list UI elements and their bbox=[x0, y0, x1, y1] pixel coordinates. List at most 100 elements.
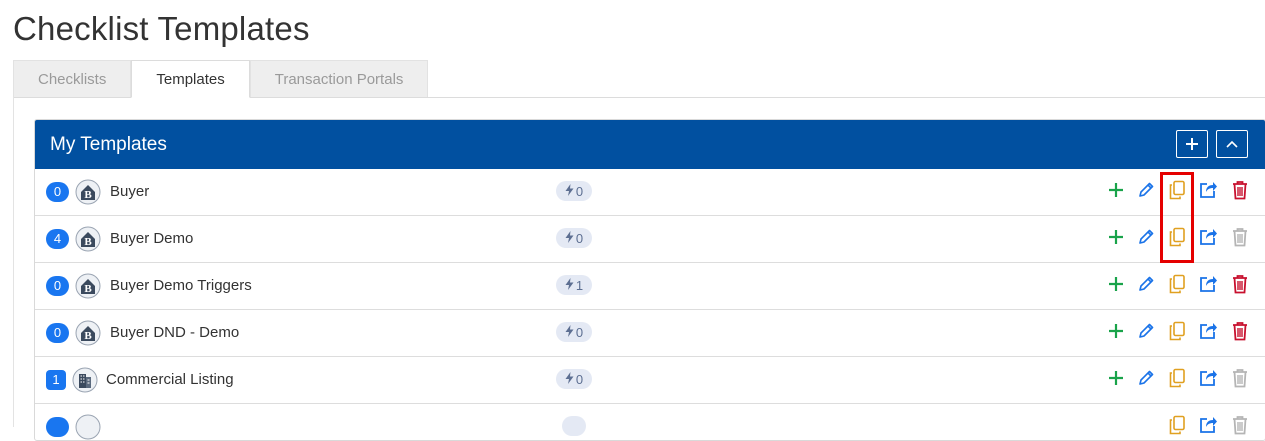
add-item-button[interactable] bbox=[1105, 369, 1127, 391]
share-button[interactable] bbox=[1197, 416, 1219, 438]
table-row bbox=[35, 404, 1265, 440]
template-name[interactable]: Buyer Demo Triggers bbox=[110, 277, 252, 294]
pencil-icon bbox=[1137, 322, 1155, 345]
trash-icon bbox=[1231, 415, 1249, 440]
share-icon bbox=[1198, 180, 1218, 205]
template-name[interactable]: Commercial Listing bbox=[106, 371, 234, 388]
share-button[interactable] bbox=[1197, 181, 1219, 203]
add-item-button[interactable] bbox=[1105, 228, 1127, 250]
share-icon bbox=[1198, 368, 1218, 393]
pencil-icon bbox=[1137, 275, 1155, 298]
my-templates-card: My Templates 0 B Buyer 0 4 B Buyer Demo … bbox=[34, 119, 1265, 441]
share-button[interactable] bbox=[1197, 369, 1219, 391]
copy-button[interactable] bbox=[1166, 368, 1188, 391]
table-row: 0 B Buyer 0 bbox=[35, 169, 1265, 216]
share-icon bbox=[1198, 321, 1218, 346]
edit-button[interactable] bbox=[1135, 369, 1157, 391]
copy-icon bbox=[1168, 321, 1186, 346]
table-row: 1 Commercial Listing 0 bbox=[35, 357, 1265, 404]
svg-text:B: B bbox=[84, 189, 92, 201]
buyer-house-icon: B bbox=[75, 179, 101, 205]
table-row: 4 B Buyer Demo 0 bbox=[35, 216, 1265, 263]
buyer-house-icon: B bbox=[75, 273, 101, 299]
edit-button[interactable] bbox=[1135, 322, 1157, 344]
trigger-count-badge: 0 bbox=[556, 181, 592, 201]
delete-button[interactable] bbox=[1229, 274, 1251, 299]
svg-text:B: B bbox=[84, 236, 92, 248]
item-count-badge: 0 bbox=[46, 182, 69, 202]
item-count-badge: 0 bbox=[46, 323, 69, 343]
svg-text:B: B bbox=[84, 283, 92, 295]
delete-button bbox=[1229, 415, 1251, 440]
buyer-house-icon: B bbox=[75, 320, 101, 346]
pencil-icon bbox=[1137, 228, 1155, 251]
template-name[interactable]: Buyer DND - Demo bbox=[110, 324, 239, 341]
trigger-count-badge: 1 bbox=[556, 275, 592, 295]
item-count-badge: 4 bbox=[46, 229, 69, 249]
card-title: My Templates bbox=[50, 134, 167, 155]
trash-icon bbox=[1231, 180, 1249, 205]
edit-button[interactable] bbox=[1135, 181, 1157, 203]
share-button[interactable] bbox=[1197, 228, 1219, 250]
delete-button[interactable] bbox=[1229, 180, 1251, 205]
page-title: Checklist Templates bbox=[13, 10, 310, 47]
template-name[interactable]: Buyer Demo bbox=[110, 230, 193, 247]
delete-button bbox=[1229, 368, 1251, 393]
delete-button[interactable] bbox=[1229, 321, 1251, 346]
trigger-count-badge bbox=[562, 416, 586, 436]
tab-checklists[interactable]: Checklists bbox=[13, 60, 132, 98]
trash-icon bbox=[1231, 368, 1249, 393]
tab-templates[interactable]: Templates bbox=[131, 60, 250, 98]
table-row: 0 B Buyer DND - Demo 0 bbox=[35, 310, 1265, 357]
plus-icon bbox=[1108, 370, 1124, 391]
add-template-button[interactable] bbox=[1176, 130, 1208, 158]
copy-button[interactable] bbox=[1166, 321, 1188, 346]
svg-text:B: B bbox=[84, 330, 92, 342]
plus-icon bbox=[1108, 276, 1124, 297]
share-button[interactable] bbox=[1197, 275, 1219, 297]
add-item-button[interactable] bbox=[1105, 181, 1127, 203]
trigger-count-badge: 0 bbox=[556, 322, 592, 342]
trigger-count-badge: 0 bbox=[556, 369, 592, 389]
share-icon bbox=[1198, 415, 1218, 440]
plus-icon bbox=[1108, 182, 1124, 203]
share-icon bbox=[1198, 227, 1218, 252]
copy-button[interactable] bbox=[1166, 415, 1188, 440]
share-button[interactable] bbox=[1197, 322, 1219, 344]
trash-icon bbox=[1231, 274, 1249, 299]
copy-icon bbox=[1168, 274, 1186, 299]
avatar bbox=[75, 414, 101, 440]
table-row: 0 B Buyer Demo Triggers 1 bbox=[35, 263, 1265, 310]
edit-button[interactable] bbox=[1135, 275, 1157, 297]
copy-button[interactable] bbox=[1166, 274, 1188, 299]
copy-icon bbox=[1168, 415, 1186, 440]
pencil-icon bbox=[1137, 369, 1155, 392]
lightning-bolt-icon bbox=[565, 371, 574, 387]
commercial-building-icon bbox=[72, 367, 98, 393]
trigger-count: 1 bbox=[575, 277, 584, 293]
add-item-button[interactable] bbox=[1105, 275, 1127, 297]
item-count-badge: 1 bbox=[46, 370, 66, 390]
edit-button[interactable] bbox=[1135, 228, 1157, 250]
tab-transaction-portals[interactable]: Transaction Portals bbox=[249, 60, 429, 98]
share-icon bbox=[1198, 274, 1218, 299]
card-header: My Templates bbox=[35, 120, 1265, 169]
trigger-count: 0 bbox=[575, 324, 584, 340]
tab-bar: Checklists Templates Transaction Portals bbox=[13, 60, 429, 98]
template-name[interactable]: Buyer bbox=[110, 183, 149, 200]
lightning-bolt-icon bbox=[565, 277, 574, 293]
add-item-button[interactable] bbox=[1105, 322, 1127, 344]
chevron-up-icon bbox=[1226, 140, 1238, 148]
trigger-count: 0 bbox=[575, 230, 584, 246]
lightning-bolt-icon bbox=[565, 183, 574, 199]
copy-column-highlight bbox=[1160, 172, 1194, 263]
plus-icon bbox=[1108, 229, 1124, 250]
trigger-count-badge: 0 bbox=[556, 228, 592, 248]
plus-icon bbox=[1108, 323, 1124, 344]
trigger-count: 0 bbox=[575, 371, 584, 387]
delete-button bbox=[1229, 227, 1251, 250]
trigger-count: 0 bbox=[575, 183, 584, 199]
item-count-badge: 0 bbox=[46, 276, 69, 296]
collapse-button[interactable] bbox=[1216, 130, 1248, 158]
trash-icon bbox=[1231, 321, 1249, 346]
